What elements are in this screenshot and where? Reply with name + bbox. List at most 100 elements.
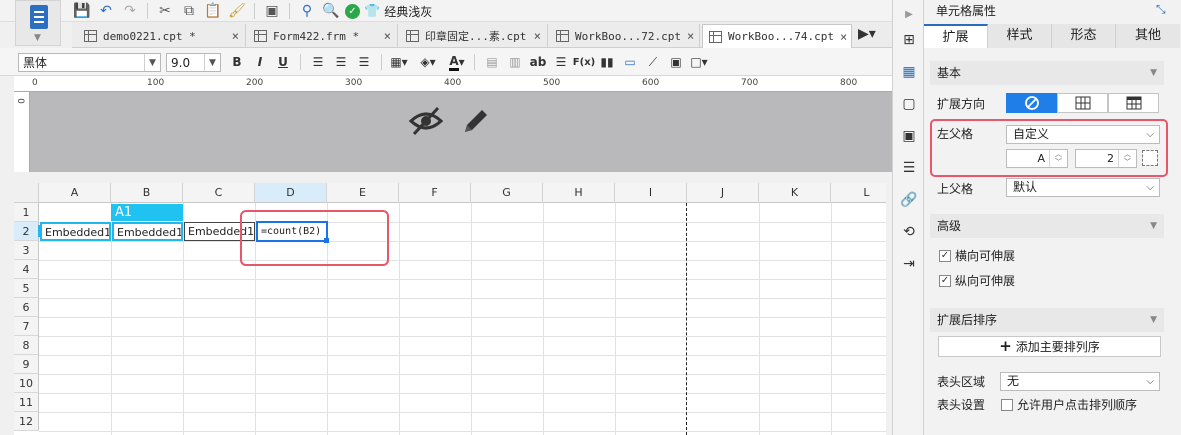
no-expand-button[interactable] — [1006, 93, 1057, 113]
row-header[interactable]: 8 — [14, 336, 39, 355]
tab-seal[interactable]: 印章固定...素.cpt × — [400, 24, 548, 48]
vertical-expand-button[interactable] — [1057, 93, 1108, 113]
collapse-arrow-icon[interactable]: ▶ — [899, 4, 919, 24]
row-header[interactable]: 7 — [14, 317, 39, 336]
border-box-icon[interactable]: □▾ — [690, 53, 708, 71]
allow-click-sort-checkbox[interactable]: 允许用户点击排列顺序 — [1001, 396, 1137, 413]
wrap-text-button[interactable]: ab — [529, 53, 547, 71]
link-icon[interactable]: ⟲ — [899, 222, 919, 242]
format-brush-icon[interactable]: 🖌 — [227, 1, 247, 21]
debug-icon[interactable]: ⚲ — [297, 1, 317, 21]
column-header[interactable]: C — [183, 183, 255, 203]
tab-shape[interactable]: 形态 — [1052, 24, 1116, 48]
close-icon[interactable]: × — [232, 29, 239, 43]
row-header[interactable]: 12 — [14, 412, 39, 431]
tab-expand[interactable]: 扩展 — [924, 24, 988, 48]
save-icon[interactable]: 💾 — [72, 1, 92, 21]
tab-workbook72[interactable]: WorkBoo...72.cpt × — [550, 24, 700, 48]
row-header[interactable]: 10 — [14, 374, 39, 393]
tab-demo0221[interactable]: demo0221.cpt * × — [78, 24, 246, 48]
text-color-button[interactable]: A ▾ — [448, 53, 466, 71]
close-icon[interactable]: × — [384, 29, 391, 43]
condition-icon[interactable]: ▣ — [899, 126, 919, 146]
border-icon[interactable]: ▦▾ — [390, 53, 408, 71]
slash-icon[interactable]: ⟋ — [644, 53, 662, 71]
tab-menu-icon[interactable]: ▶▾ — [858, 26, 876, 42]
sub-report-icon[interactable]: ▣ — [667, 53, 685, 71]
column-header[interactable]: H — [543, 183, 615, 203]
section-basic[interactable]: 基本 ▼ — [930, 61, 1164, 85]
row-header[interactable]: 5 — [14, 279, 39, 298]
column-header[interactable]: L — [831, 183, 886, 203]
cell-a2[interactable]: Embedded1. — [40, 222, 111, 241]
widget-icon[interactable]: ▢ — [899, 94, 919, 114]
copy-icon[interactable]: ⧉ — [179, 1, 199, 21]
row-header[interactable]: 4 — [14, 260, 39, 279]
eye-slash-icon[interactable] — [408, 103, 444, 139]
search-icon[interactable]: 🔍 — [321, 1, 341, 21]
column-header[interactable]: E — [327, 183, 399, 203]
app-menu-button[interactable]: ▼ — [15, 0, 61, 46]
row-header[interactable]: 1 — [14, 203, 39, 222]
pencil-icon[interactable] — [460, 105, 492, 137]
redo-icon[interactable]: ↷ — [120, 1, 140, 21]
pin-icon[interactable]: ⤡ — [1156, 2, 1166, 17]
formula-button[interactable]: F(x) — [573, 53, 595, 71]
row-header[interactable]: 6 — [14, 298, 39, 317]
data-source-icon[interactable]: ☰ — [899, 158, 919, 178]
paste-icon[interactable]: 📋 — [203, 1, 223, 21]
cell-b2[interactable]: Embedded1. — [112, 222, 183, 241]
vertical-expand-checkbox[interactable]: ✓ 纵向可伸展 — [939, 272, 1015, 289]
check-icon[interactable]: ✓ — [345, 3, 360, 19]
cell-element-icon[interactable]: ⊞ — [899, 30, 919, 50]
column-header[interactable]: A — [39, 183, 111, 203]
italic-button[interactable]: I — [251, 53, 269, 71]
underline-button[interactable]: U — [274, 53, 292, 71]
chart-icon[interactable]: ▮▮ — [598, 53, 616, 71]
import-icon[interactable]: ⇥ — [899, 254, 919, 274]
close-icon[interactable]: × — [840, 30, 847, 44]
fill-color-icon[interactable]: ◈▾ — [419, 53, 437, 71]
theme-button[interactable]: 👕 经典浅灰 — [364, 1, 434, 21]
merge-cells-icon[interactable]: ▤ — [483, 53, 501, 71]
tab-style[interactable]: 样式 — [988, 24, 1052, 48]
column-header[interactable]: B — [111, 183, 183, 203]
section-sort[interactable]: 扩展后排序 ▼ — [930, 308, 1164, 332]
horizontal-expand-checkbox[interactable]: ✓ 横向可伸展 — [939, 247, 1015, 264]
font-size-select[interactable]: 9.0 ▼ — [166, 53, 221, 72]
tab-form422[interactable]: Form422.frm * × — [248, 24, 398, 48]
tab-workbook74[interactable]: WorkBoo...74.cpt × — [702, 24, 852, 48]
close-icon[interactable]: × — [534, 29, 541, 43]
font-family-select[interactable]: 黑体 ▼ — [18, 53, 161, 72]
undo-icon[interactable]: ↶ — [96, 1, 116, 21]
split-cells-icon[interactable]: ▥ — [506, 53, 524, 71]
preview-icon[interactable]: ▣ — [262, 1, 282, 21]
column-header[interactable]: F — [399, 183, 471, 203]
bold-button[interactable]: B — [228, 53, 246, 71]
close-icon[interactable]: × — [687, 29, 694, 43]
horizontal-expand-button[interactable] — [1108, 93, 1159, 113]
row-header[interactable]: 9 — [14, 355, 39, 374]
header-area-select[interactable]: 无 ⌵ — [1000, 372, 1160, 391]
tab-other[interactable]: 其他 — [1116, 24, 1180, 48]
align-center-icon[interactable]: ☰ — [332, 53, 350, 71]
cell-attribute-icon[interactable]: ▦ — [899, 62, 919, 82]
list-icon[interactable]: ☰ — [552, 53, 570, 71]
align-right-icon[interactable]: ☰ — [355, 53, 373, 71]
add-sort-button[interactable]: + 添加主要排列序 — [938, 336, 1161, 357]
column-header[interactable]: I — [615, 183, 687, 203]
hyperlink-icon[interactable]: 🔗 — [899, 190, 919, 210]
upper-parent-select[interactable]: 默认 ⌵ — [1006, 178, 1160, 197]
image-icon[interactable]: ▭ — [621, 53, 639, 71]
spreadsheet-grid[interactable]: A B C D E F G H I J K L 1 2 3 4 5 6 7 8 … — [14, 183, 886, 435]
row-header[interactable]: 2 — [14, 222, 39, 241]
grid-corner[interactable] — [14, 183, 39, 203]
section-advanced[interactable]: 高级 ▼ — [930, 214, 1164, 238]
column-header[interactable]: G — [471, 183, 543, 203]
cut-icon[interactable]: ✂ — [155, 1, 175, 21]
column-header[interactable]: D — [255, 183, 327, 203]
align-left-icon[interactable]: ☰ — [309, 53, 327, 71]
row-header[interactable]: 3 — [14, 241, 39, 260]
column-header[interactable]: K — [759, 183, 831, 203]
row-header[interactable]: 11 — [14, 393, 39, 412]
